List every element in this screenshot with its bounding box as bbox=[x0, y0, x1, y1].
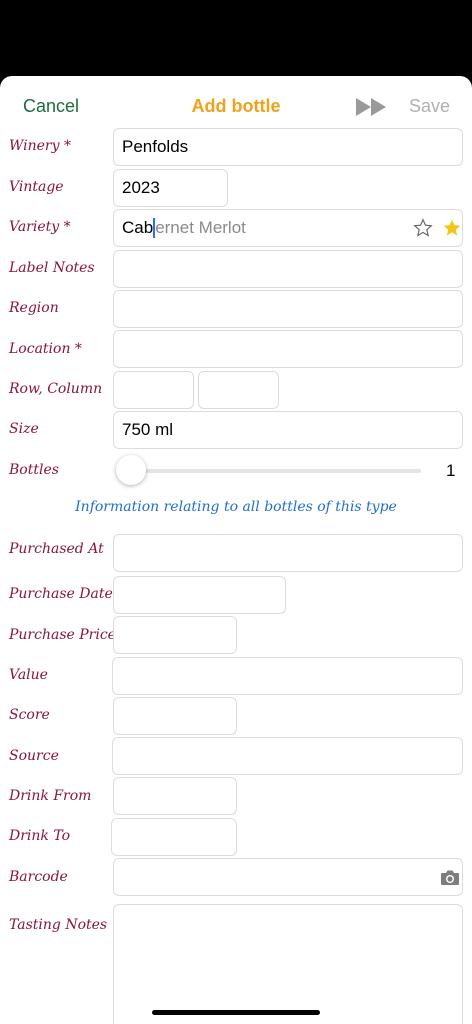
drink-from-label: Drink From bbox=[9, 788, 92, 804]
drink-to-field[interactable] bbox=[111, 818, 237, 856]
winery-label: Winery * bbox=[9, 138, 71, 154]
purchase-price-label: Purchase Price bbox=[9, 627, 116, 643]
purchase-date-field[interactable] bbox=[113, 576, 286, 614]
add-bottle-sheet: Cancel Add bottle Save Winery * Penfolds… bbox=[0, 76, 472, 1024]
page-title: Add bottle bbox=[191, 96, 281, 116]
tasting-notes-field[interactable] bbox=[113, 904, 463, 1024]
variety-typed-text: Cab bbox=[122, 218, 154, 237]
vintage-label: Vintage bbox=[9, 179, 64, 195]
purchase-price-field[interactable] bbox=[113, 616, 237, 654]
variety-field[interactable]: Cab ernet Merlot bbox=[113, 209, 463, 247]
variety-label: Variety * bbox=[9, 219, 71, 235]
label-notes-label: Label Notes bbox=[9, 260, 95, 276]
winery-value: Penfolds bbox=[122, 137, 189, 156]
size-field[interactable]: 750 ml bbox=[113, 411, 463, 449]
variety-autocomplete-suggestion: ernet Merlot bbox=[155, 218, 246, 237]
save-button[interactable]: Save bbox=[409, 96, 450, 117]
bottles-slider-track[interactable] bbox=[131, 469, 421, 473]
home-indicator bbox=[152, 1010, 320, 1015]
source-field[interactable] bbox=[112, 737, 463, 775]
region-field[interactable] bbox=[113, 290, 463, 328]
drink-from-field[interactable] bbox=[113, 777, 237, 815]
purchased-at-field[interactable] bbox=[113, 534, 463, 572]
location-field[interactable] bbox=[113, 330, 463, 368]
label-notes-field[interactable] bbox=[113, 250, 463, 288]
score-label: Score bbox=[9, 707, 50, 723]
purchase-date-label: Purchase Date bbox=[9, 586, 113, 602]
tasting-notes-label: Tasting Notes bbox=[9, 917, 108, 933]
purchased-at-label: Purchased At bbox=[9, 541, 104, 557]
location-label: Location * bbox=[9, 341, 82, 357]
size-label: Size bbox=[9, 421, 39, 437]
barcode-label: Barcode bbox=[9, 869, 68, 885]
source-label: Source bbox=[9, 748, 59, 764]
drink-to-label: Drink To bbox=[9, 828, 71, 844]
value-label: Value bbox=[9, 667, 48, 683]
vintage-field[interactable]: 2023 bbox=[113, 169, 228, 207]
bottles-label: Bottles bbox=[9, 462, 59, 478]
info-text: Information relating to all bottles of t… bbox=[75, 499, 397, 515]
value-field[interactable] bbox=[112, 657, 463, 695]
star-filled-icon[interactable] bbox=[442, 218, 462, 238]
row-field[interactable] bbox=[113, 371, 194, 409]
column-field[interactable] bbox=[198, 371, 279, 409]
score-field[interactable] bbox=[113, 697, 237, 735]
winery-field[interactable]: Penfolds bbox=[113, 128, 463, 166]
camera-icon[interactable] bbox=[440, 869, 460, 886]
star-outline-icon[interactable] bbox=[413, 218, 433, 238]
size-value: 750 ml bbox=[122, 420, 174, 439]
fast-forward-icon[interactable] bbox=[354, 95, 390, 119]
region-label: Region bbox=[9, 300, 59, 316]
bottles-count: 1 bbox=[446, 461, 456, 480]
row-column-label: Row, Column bbox=[9, 381, 103, 397]
barcode-field[interactable] bbox=[113, 858, 463, 896]
bottles-slider-thumb[interactable] bbox=[116, 455, 146, 485]
vintage-value: 2023 bbox=[122, 178, 160, 197]
